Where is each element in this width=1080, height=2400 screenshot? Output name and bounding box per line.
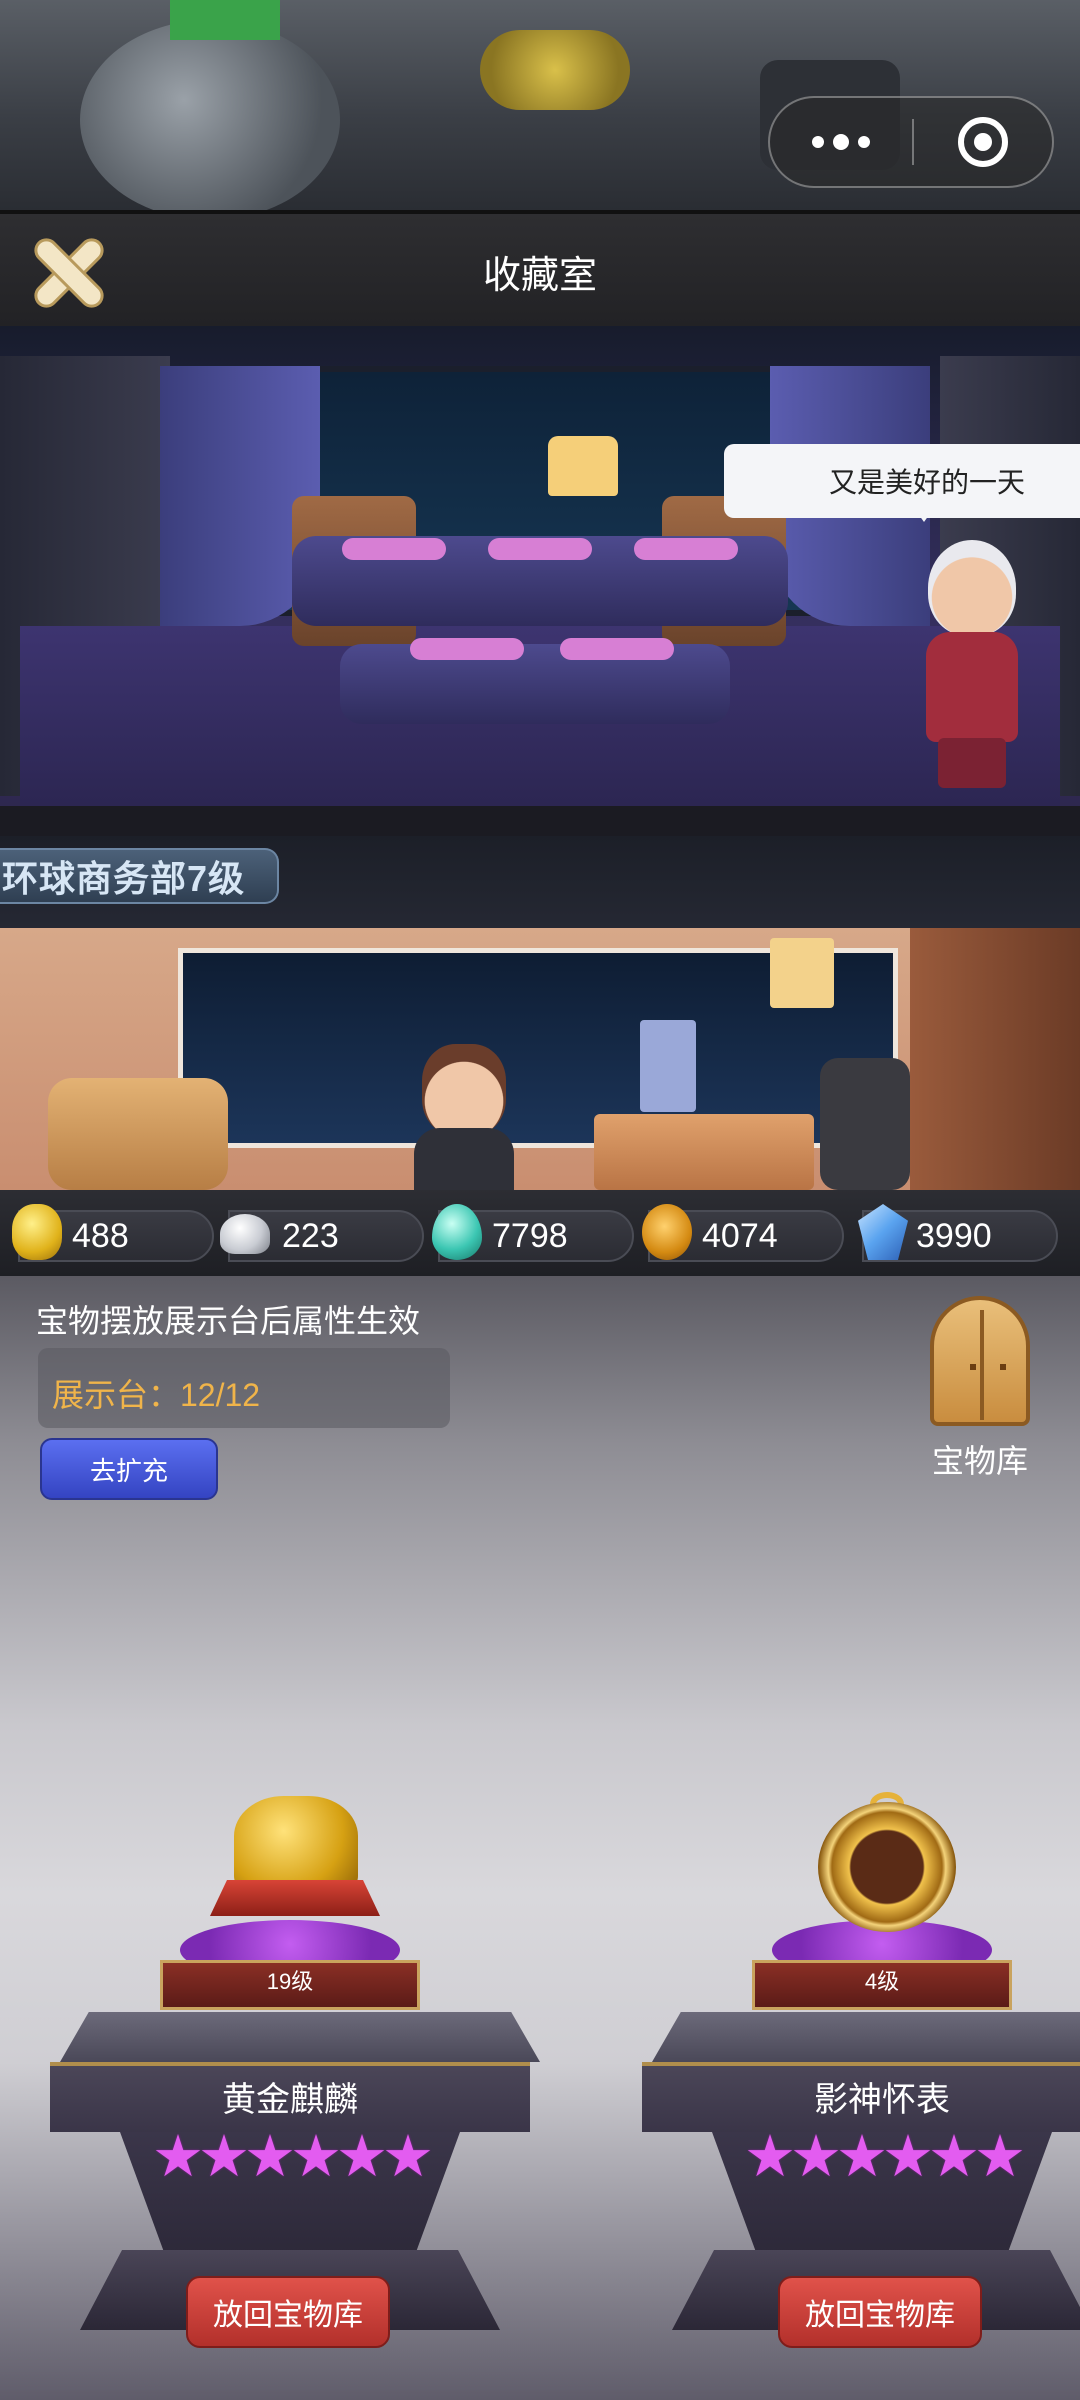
effect-hint-text: 宝物摆放展示台后属性生效 <box>36 1303 421 1339</box>
display-capacity: 展示台：12/12 <box>52 1377 261 1413</box>
page-title: 收藏室 <box>482 255 597 297</box>
more-dots-icon <box>833 134 849 150</box>
cushion <box>342 538 446 560</box>
cushion <box>560 638 674 660</box>
cushion <box>488 538 592 560</box>
floor-lamp <box>770 938 834 1008</box>
resource-value: 7798 <box>492 1216 568 1255</box>
return-to-vault-button[interactable]: 放回宝物库 <box>186 2276 390 2348</box>
resource-value: 488 <box>72 1216 129 1255</box>
scene-decoration <box>80 20 340 210</box>
star-rating: ★★★★★★ <box>744 2124 1026 2189</box>
resource-value: 223 <box>282 1216 339 1255</box>
treasure-name: 影神怀表 <box>814 2081 950 2119</box>
vault-label[interactable]: 宝物库 <box>920 1436 1040 1482</box>
treasure-level: 4级 <box>864 1969 900 1994</box>
npc-character[interactable] <box>912 540 1032 790</box>
star-rating: ★★★★★★ <box>152 2124 434 2189</box>
pocket-watch-icon[interactable] <box>818 1792 956 1932</box>
npc-body <box>926 632 1018 742</box>
more-menu-button[interactable] <box>770 98 912 186</box>
more-dots-icon <box>812 136 824 148</box>
pedestal-top <box>60 2012 540 2062</box>
gold-ingot-icon <box>12 1204 62 1260</box>
floor-level-label: 环球商务部7级 <box>0 848 280 904</box>
target-circle-icon <box>958 117 1008 167</box>
computer-monitor <box>640 1020 696 1112</box>
coin-icon <box>642 1204 692 1260</box>
sofa <box>48 1078 228 1190</box>
more-dots-icon <box>858 136 870 148</box>
resource-value: 4074 <box>702 1216 778 1255</box>
display-table <box>340 644 730 724</box>
player-head <box>422 1044 506 1136</box>
qilin-plinth <box>210 1880 380 1916</box>
npc-speech-bubble: 又是美好的一天 <box>724 444 1080 522</box>
treasure-name: 黄金麒麟 <box>222 2081 358 2119</box>
office-room-scene <box>0 928 1080 1190</box>
mini-program-capsule <box>768 96 1054 188</box>
scene-decoration <box>170 0 280 40</box>
pedestal-top <box>652 2012 1080 2062</box>
scene-decoration <box>480 30 630 110</box>
vault-door-icon[interactable] <box>930 1296 1030 1426</box>
office-desk <box>594 1114 814 1190</box>
resource-value: 3990 <box>916 1216 992 1255</box>
floor-rail <box>0 806 1080 836</box>
player-body <box>414 1128 514 1190</box>
table-lamp <box>548 436 618 496</box>
office-chair <box>820 1058 910 1190</box>
close-mini-program-button[interactable] <box>914 98 1052 186</box>
cushion <box>410 638 524 660</box>
cushion <box>634 538 738 560</box>
npc-head <box>928 540 1016 636</box>
expand-button[interactable]: 去扩充 <box>40 1438 218 1500</box>
golden-qilin-icon[interactable] <box>210 1780 380 1920</box>
bookshelf <box>910 928 1080 1190</box>
player-character <box>414 1044 514 1190</box>
title-bar: 收藏室 <box>0 214 1080 326</box>
npc-legs <box>938 738 1006 788</box>
watch-face <box>818 1802 956 1932</box>
silver-ingot-icon <box>220 1214 270 1254</box>
return-to-vault-button[interactable]: 放回宝物库 <box>778 2276 982 2348</box>
treasure-level: 19级 <box>266 1969 314 1994</box>
